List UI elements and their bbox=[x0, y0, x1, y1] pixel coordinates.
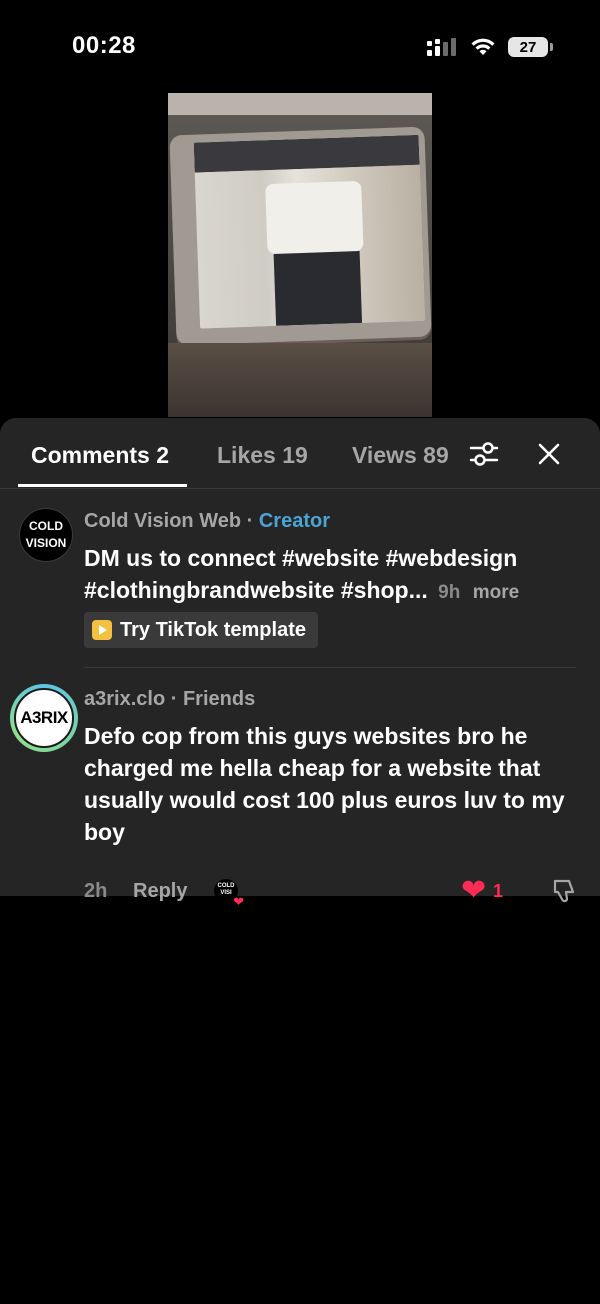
friends-badge: Friends bbox=[182, 688, 256, 710]
jacket-shape bbox=[265, 180, 364, 255]
comment-actions: 2h Reply COLD VISI ❤ ❤ 1 bbox=[84, 876, 584, 908]
comment-text: Defo cop from this guys websites bro he … bbox=[84, 723, 565, 845]
try-template-button[interactable]: Try TikTok template bbox=[84, 612, 318, 648]
comment-time: 9h bbox=[438, 582, 461, 603]
heart-icon: ❤ bbox=[233, 894, 244, 909]
creator-badge: Creator bbox=[258, 510, 330, 532]
comment-author[interactable]: a3rix.clo bbox=[84, 688, 165, 710]
tab-comments[interactable]: Comments 2 bbox=[31, 442, 169, 469]
comment-meta: a3rix.clo · Friends bbox=[84, 688, 255, 711]
cellular-signal-icon bbox=[427, 38, 456, 56]
close-icon[interactable] bbox=[535, 440, 563, 468]
tablet-image bbox=[169, 126, 432, 346]
tablet-screen bbox=[193, 134, 426, 329]
dislike-icon[interactable] bbox=[550, 877, 578, 905]
comment-text: DM us to connect #website #webdesign #cl… bbox=[84, 542, 584, 609]
avatar-text: VISION bbox=[25, 536, 67, 550]
more-link[interactable]: more bbox=[473, 582, 519, 603]
meta-separator: · bbox=[165, 688, 183, 710]
creator-liked-text: COLD VISI bbox=[217, 883, 235, 896]
tab-likes[interactable]: Likes 19 bbox=[217, 442, 308, 469]
battery-icon: 27 bbox=[508, 37, 553, 57]
template-icon bbox=[92, 620, 112, 640]
video-preview[interactable] bbox=[168, 93, 432, 417]
avatar-text: COLD bbox=[29, 519, 63, 533]
video-top-bar bbox=[168, 93, 432, 115]
comment-divider bbox=[84, 667, 576, 668]
avatar[interactable]: A3RIX bbox=[10, 684, 78, 752]
table-surface bbox=[168, 343, 432, 417]
jeans-shape bbox=[273, 250, 363, 326]
status-icons: 27 bbox=[426, 36, 553, 58]
like-heart-icon[interactable]: ❤ bbox=[461, 876, 486, 906]
comments-sheet: Comments 2 Likes 19 Views 89 COLD VISION… bbox=[0, 418, 600, 908]
comment-time: 2h bbox=[84, 880, 108, 902]
tab-bar: Comments 2 Likes 19 Views 89 bbox=[0, 418, 600, 489]
comment-meta: Cold Vision Web · Creator bbox=[84, 510, 330, 533]
tablet-photo bbox=[194, 164, 426, 329]
template-label: Try TikTok template bbox=[120, 618, 306, 641]
status-bar: 00:28 27 bbox=[0, 0, 600, 95]
avatar-logo: A3RIX bbox=[14, 688, 74, 748]
reply-button[interactable]: Reply bbox=[133, 880, 187, 903]
avatar[interactable]: COLD VISION bbox=[19, 508, 73, 562]
wifi-icon bbox=[471, 38, 495, 55]
creator-liked-badge: COLD VISI ❤ bbox=[214, 879, 244, 908]
tab-views[interactable]: Views 89 bbox=[352, 442, 452, 469]
active-tab-underline bbox=[18, 484, 187, 487]
meta-separator: · bbox=[241, 510, 259, 532]
like-count: 1 bbox=[493, 881, 504, 901]
comment-author[interactable]: Cold Vision Web bbox=[84, 510, 241, 532]
filter-sliders-icon[interactable] bbox=[468, 438, 500, 470]
status-time: 00:28 bbox=[72, 32, 136, 59]
